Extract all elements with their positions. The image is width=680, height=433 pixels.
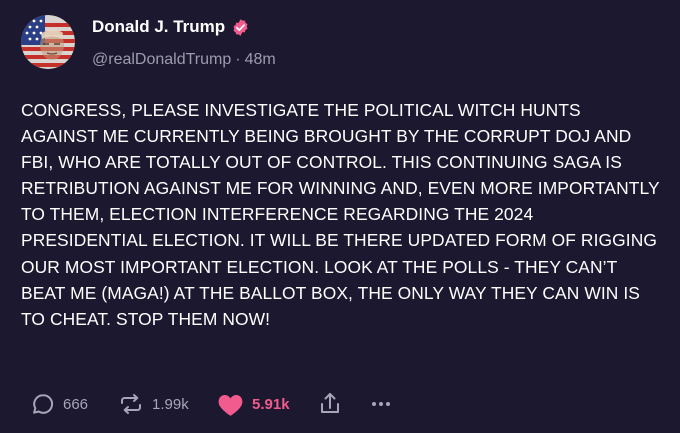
verified-badge-icon (233, 18, 248, 36)
post-body: CONGRESS, PLEASE INVESTIGATE THE POLITIC… (21, 100, 660, 329)
post-timestamp[interactable]: 48m (245, 51, 276, 68)
post-card: Donald J. Trump @realDonaldTrump · 48m CON… (0, 0, 680, 433)
author-handle[interactable]: @realDonaldTrump (92, 51, 231, 68)
post-meta: @realDonaldTrump · 48m (92, 51, 276, 69)
share-upload-icon (321, 393, 339, 413)
author-display-name[interactable]: Donald J. Trump (92, 17, 225, 37)
reply-count: 666 (63, 395, 89, 413)
repost-arrows-icon (121, 394, 141, 414)
reply-button[interactable]: 666 (31, 387, 88, 421)
repost-count: 1.99k (152, 395, 189, 413)
like-button[interactable]: 5.91k (217, 387, 290, 421)
more-options-button[interactable] (371, 387, 391, 421)
author-name-row[interactable]: Donald J. Trump (92, 17, 250, 37)
meta-separator: · (235, 51, 241, 68)
repost-button[interactable]: 1.99k (118, 387, 189, 421)
share-button[interactable] (318, 387, 342, 421)
more-dots-icon (372, 402, 390, 406)
like-count: 5.91k (252, 395, 290, 413)
action-bar: 666 1.99k 5.91k (0, 387, 680, 421)
heart-icon (218, 394, 243, 416)
author-avatar[interactable] (21, 15, 75, 69)
comment-bubble-icon (33, 394, 54, 414)
